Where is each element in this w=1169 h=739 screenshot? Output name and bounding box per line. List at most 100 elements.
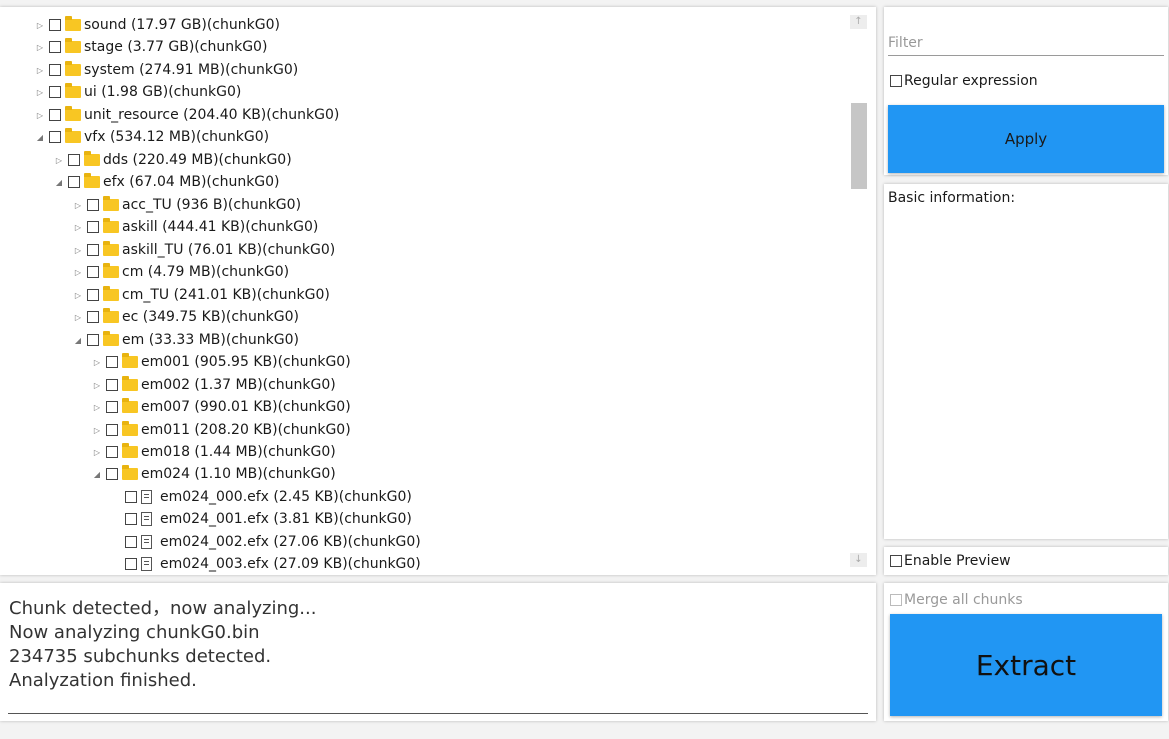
tree-folder-row[interactable]: ▷ unit_resource (204.40 KB)(chunkG0) xyxy=(0,104,339,126)
expand-arrow-icon[interactable]: ▷ xyxy=(89,374,105,396)
expand-arrow-icon[interactable]: ▷ xyxy=(32,36,48,58)
apply-button[interactable]: Apply xyxy=(888,105,1164,173)
tree-folder-row[interactable]: ▷ em018 (1.44 MB)(chunkG0) xyxy=(0,441,336,463)
tree-row-label: em018 (1.44 MB)(chunkG0) xyxy=(141,444,336,460)
tree-row-checkbox[interactable] xyxy=(49,109,61,121)
expand-arrow-icon[interactable]: ▷ xyxy=(70,194,86,216)
folder-icon xyxy=(122,398,140,415)
scroll-up-arrow-icon[interactable]: ↑ xyxy=(850,15,867,29)
folder-icon xyxy=(65,61,83,78)
folder-icon xyxy=(65,128,83,145)
log-divider xyxy=(8,713,868,714)
tree-folder-row[interactable]: ▷ sound (17.97 GB)(chunkG0) xyxy=(0,14,280,36)
folder-icon xyxy=(103,263,121,280)
tree-scrollbar[interactable]: ↑ ↓ xyxy=(850,15,868,567)
tree-folder-row[interactable]: ▷ acc_TU (936 B)(chunkG0) xyxy=(0,194,301,216)
tree-row-checkbox[interactable] xyxy=(68,176,80,188)
tree-row-checkbox[interactable] xyxy=(125,513,137,525)
enable-preview-checkbox[interactable] xyxy=(890,555,902,567)
tree-folder-row[interactable]: ▷ em001 (905.95 KB)(chunkG0) xyxy=(0,351,351,373)
tree-folder-row[interactable]: ▷ askill_TU (76.01 KB)(chunkG0) xyxy=(0,239,335,261)
tree-row-checkbox[interactable] xyxy=(106,401,118,413)
tree-file-row[interactable]: em024_002.efx (27.06 KB)(chunkG0) xyxy=(0,531,421,553)
tree-row-checkbox[interactable] xyxy=(125,536,137,548)
scrollbar-thumb[interactable] xyxy=(851,103,867,189)
tree-folder-row[interactable]: ▷ ec (349.75 KB)(chunkG0) xyxy=(0,306,299,328)
tree-folder-row[interactable]: ▷ em011 (208.20 KB)(chunkG0) xyxy=(0,419,351,441)
expand-arrow-icon[interactable]: ▷ xyxy=(32,14,48,36)
collapse-arrow-icon[interactable]: ◢ xyxy=(89,463,105,485)
regex-option[interactable]: Regular expression xyxy=(890,73,1038,89)
regex-checkbox[interactable] xyxy=(890,75,902,87)
merge-chunks-checkbox[interactable] xyxy=(890,594,902,606)
tree-row-label: cm_TU (241.01 KB)(chunkG0) xyxy=(122,287,330,303)
tree-folder-row[interactable]: ▷ em007 (990.01 KB)(chunkG0) xyxy=(0,396,351,418)
tree-file-row[interactable]: em024_003.efx (27.09 KB)(chunkG0) xyxy=(0,553,421,575)
expand-arrow-icon[interactable]: ▷ xyxy=(89,441,105,463)
collapse-arrow-icon[interactable]: ◢ xyxy=(51,171,67,193)
extract-button[interactable]: Extract xyxy=(890,614,1162,716)
collapse-arrow-icon[interactable]: ◢ xyxy=(70,329,86,351)
tree-row-checkbox[interactable] xyxy=(87,266,99,278)
tree-row-checkbox[interactable] xyxy=(125,558,137,570)
tree-row-checkbox[interactable] xyxy=(68,154,80,166)
expand-arrow-icon[interactable]: ▷ xyxy=(70,261,86,283)
merge-chunks-option[interactable]: Merge all chunks xyxy=(890,592,1023,608)
tree-row-checkbox[interactable] xyxy=(106,424,118,436)
tree-row-checkbox[interactable] xyxy=(87,311,99,323)
expand-arrow-icon[interactable]: ▷ xyxy=(70,306,86,328)
folder-icon xyxy=(65,16,83,33)
tree-file-row[interactable]: em024_001.efx (3.81 KB)(chunkG0) xyxy=(0,508,412,530)
scroll-down-arrow-icon[interactable]: ↓ xyxy=(850,553,867,567)
tree-row-checkbox[interactable] xyxy=(106,468,118,480)
expand-arrow-icon[interactable]: ▷ xyxy=(89,396,105,418)
tree-row-checkbox[interactable] xyxy=(49,86,61,98)
expand-arrow-icon[interactable]: ▷ xyxy=(70,284,86,306)
tree-folder-row[interactable]: ▷ cm_TU (241.01 KB)(chunkG0) xyxy=(0,284,330,306)
expand-arrow-icon[interactable]: ▷ xyxy=(51,149,67,171)
tree-row-checkbox[interactable] xyxy=(125,491,137,503)
expand-arrow-icon[interactable]: ▷ xyxy=(32,104,48,126)
tree-row-checkbox[interactable] xyxy=(87,199,99,211)
tree-folder-row[interactable]: ▷ stage (3.77 GB)(chunkG0) xyxy=(0,36,267,58)
expand-arrow-icon[interactable]: ▷ xyxy=(89,419,105,441)
expand-arrow-icon[interactable]: ▷ xyxy=(89,351,105,373)
no-expander xyxy=(108,553,124,575)
tree-row-checkbox[interactable] xyxy=(49,64,61,76)
folder-icon xyxy=(122,421,140,438)
tree-row-checkbox[interactable] xyxy=(106,379,118,391)
tree-row-checkbox[interactable] xyxy=(49,19,61,31)
collapse-arrow-icon[interactable]: ◢ xyxy=(32,126,48,148)
tree-folder-row[interactable]: ▷ em002 (1.37 MB)(chunkG0) xyxy=(0,374,336,396)
folder-icon xyxy=(65,83,83,100)
tree-folder-row[interactable]: ▷ askill (444.41 KB)(chunkG0) xyxy=(0,216,318,238)
tree-row-checkbox[interactable] xyxy=(106,356,118,368)
tree-row-checkbox[interactable] xyxy=(106,446,118,458)
tree-row-checkbox[interactable] xyxy=(87,334,99,346)
expand-arrow-icon[interactable]: ▷ xyxy=(70,239,86,261)
tree-folder-row[interactable]: ▷ ui (1.98 GB)(chunkG0) xyxy=(0,81,241,103)
tree-row-label: em007 (990.01 KB)(chunkG0) xyxy=(141,399,351,415)
expand-arrow-icon[interactable]: ▷ xyxy=(32,81,48,103)
expand-arrow-icon[interactable]: ▷ xyxy=(70,216,86,238)
tree-row-label: em024_000.efx (2.45 KB)(chunkG0) xyxy=(160,489,412,505)
tree-folder-row[interactable]: ◢ em024 (1.10 MB)(chunkG0) xyxy=(0,463,336,485)
file-icon xyxy=(141,489,159,505)
tree-folder-row[interactable]: ◢ vfx (534.12 MB)(chunkG0) xyxy=(0,126,269,148)
tree-row-checkbox[interactable] xyxy=(87,221,99,233)
tree-folder-row[interactable]: ▷ cm (4.79 MB)(chunkG0) xyxy=(0,261,289,283)
folder-icon xyxy=(122,443,140,460)
tree-folder-row[interactable]: ▷ dds (220.49 MB)(chunkG0) xyxy=(0,149,292,171)
tree-folder-row[interactable]: ◢ em (33.33 MB)(chunkG0) xyxy=(0,329,299,351)
tree-row-checkbox[interactable] xyxy=(49,131,61,143)
tree-folder-row[interactable]: ◢ efx (67.04 MB)(chunkG0) xyxy=(0,171,280,193)
expand-arrow-icon[interactable]: ▷ xyxy=(32,59,48,81)
tree-file-row[interactable]: em024_000.efx (2.45 KB)(chunkG0) xyxy=(0,486,412,508)
file-tree-panel: ▷ sound (17.97 GB)(chunkG0) ▷ stage (3.77 G… xyxy=(0,7,876,575)
filter-input[interactable] xyxy=(888,31,1164,56)
tree-row-checkbox[interactable] xyxy=(49,41,61,53)
tree-row-checkbox[interactable] xyxy=(87,244,99,256)
tree-folder-row[interactable]: ▷ system (274.91 MB)(chunkG0) xyxy=(0,59,298,81)
tree-row-checkbox[interactable] xyxy=(87,289,99,301)
enable-preview-option[interactable]: Enable Preview xyxy=(890,553,1011,569)
